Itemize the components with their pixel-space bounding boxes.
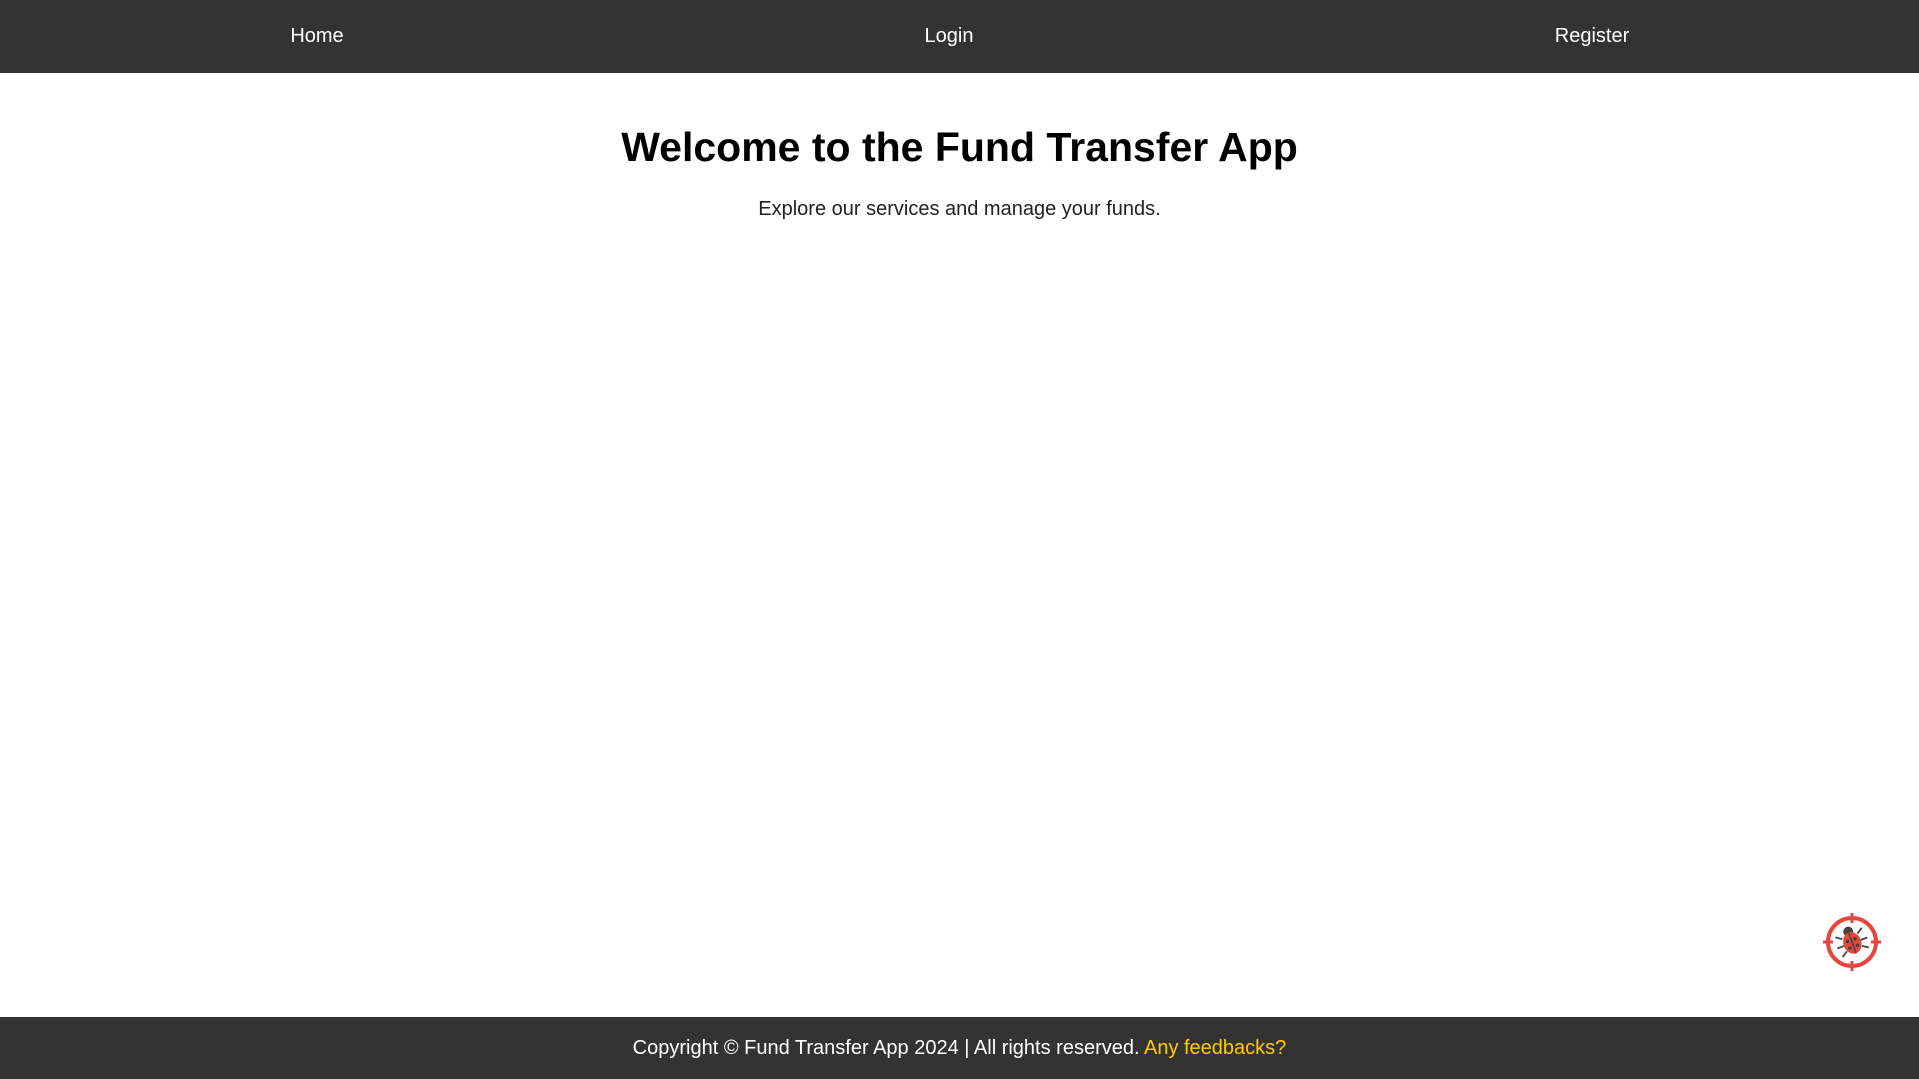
page-title: Welcome to the Fund Transfer App	[621, 124, 1298, 170]
page-subtitle: Explore our services and manage your fun…	[758, 198, 1161, 220]
bug-report-icon	[1823, 913, 1881, 971]
feedback-link[interactable]: Any feedbacks?	[1144, 1037, 1286, 1059]
top-navbar: Home Login Register	[0, 0, 1919, 73]
copyright-text: Copyright © Fund Transfer App 2024 | All…	[632, 1037, 1144, 1059]
nav-login-link[interactable]: Login	[925, 0, 974, 73]
page-footer: Copyright © Fund Transfer App 2024 | All…	[0, 1017, 1919, 1079]
nav-home-link[interactable]: Home	[290, 0, 343, 73]
nav-register-link[interactable]: Register	[1555, 0, 1629, 73]
bug-report-widget[interactable]	[1822, 912, 1882, 972]
